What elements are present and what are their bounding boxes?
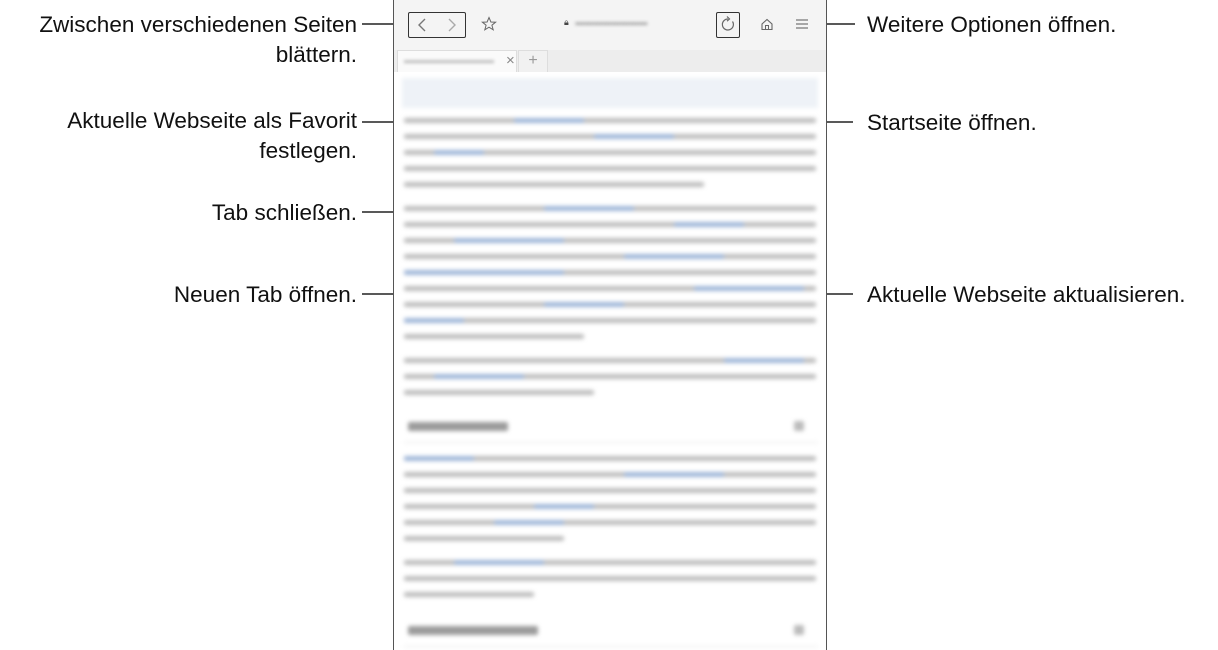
tab-close-button[interactable]: × <box>506 52 515 70</box>
blurred-link-line <box>494 520 564 525</box>
blurred-text-line <box>404 390 594 395</box>
blurred-text-line <box>404 254 816 259</box>
blurred-link-line <box>594 134 674 139</box>
blurred-link-line <box>724 358 804 363</box>
edit-icon <box>794 625 804 635</box>
edit-icon <box>794 421 804 431</box>
new-tab-button[interactable]: + <box>518 50 548 72</box>
section-divider <box>404 442 818 443</box>
blurred-text-line <box>404 182 704 187</box>
reload-button[interactable] <box>716 12 740 38</box>
home-icon <box>761 18 773 31</box>
browser-toolbar: 🔒︎ ▬▬▬▬▬▬▬▬ <box>394 0 826 50</box>
blurred-link-line <box>404 318 464 323</box>
forward-button[interactable] <box>440 15 462 35</box>
blurred-link-line <box>624 254 724 259</box>
blurred-link-line <box>434 150 484 155</box>
blurred-link-line <box>694 286 804 291</box>
section-divider <box>404 646 818 647</box>
tab-title: ▬▬▬▬▬▬▬▬▬▬ <box>404 55 494 65</box>
hamburger-menu-icon <box>796 19 808 29</box>
reload-icon <box>721 16 734 31</box>
blurred-link-line <box>544 206 634 211</box>
address-text: ▬▬▬▬▬▬▬▬ <box>575 17 648 27</box>
blurred-text-line <box>404 118 816 123</box>
blurred-link-line <box>624 472 724 477</box>
callout-navigate-line1: Zwischen verschiedenen Seiten <box>39 12 357 37</box>
blurred-text-line <box>404 592 534 597</box>
callout-favorite-line1: Aktuelle Webseite als Favorit <box>67 108 357 133</box>
blurred-text-line <box>404 536 564 541</box>
blurred-link-line <box>404 456 474 461</box>
lock-icon: 🔒︎ <box>564 17 569 27</box>
callout-reload: Aktuelle Webseite aktualisieren. <box>867 282 1186 307</box>
star-outline-icon <box>481 16 497 31</box>
blurred-text-line <box>404 318 816 323</box>
blurred-link-line <box>544 302 624 307</box>
tab-current[interactable]: ▬▬▬▬▬▬▬▬▬▬ × <box>397 50 517 72</box>
chevron-right-icon <box>448 18 456 32</box>
callout-home: Startseite öffnen. <box>867 110 1037 135</box>
callout-navigate: Zwischen verschiedenen Seiten blättern. <box>39 10 357 70</box>
callout-navigate-line2: blättern. <box>275 42 357 67</box>
callout-favorite-line2: festlegen. <box>259 138 357 163</box>
blurred-link-line <box>404 270 564 275</box>
blurred-text-line <box>404 334 584 339</box>
blurred-text-line <box>404 166 816 171</box>
chevron-left-icon <box>418 18 426 32</box>
menu-button[interactable] <box>790 12 814 36</box>
callout-favorite: Aktuelle Webseite als Favorit festlegen. <box>67 106 357 166</box>
tab-bar: ▬▬▬▬▬▬▬▬▬▬ × + <box>394 50 826 72</box>
blurred-link-line <box>534 504 594 509</box>
blurred-section-heading <box>408 422 508 431</box>
back-button[interactable] <box>412 15 434 35</box>
address-bar[interactable]: 🔒︎ ▬▬▬▬▬▬▬▬ <box>564 17 674 31</box>
blurred-link-line <box>514 118 584 123</box>
blurred-text-line <box>404 576 816 581</box>
blurred-text-line <box>404 488 816 493</box>
blurred-link-line <box>674 222 744 227</box>
blurred-link-line <box>454 238 564 243</box>
callout-new-tab: Neuen Tab öffnen. <box>173 282 357 307</box>
navigation-buttons <box>408 12 466 38</box>
blurred-text-line <box>404 504 816 509</box>
callout-close-tab: Tab schließen. <box>211 200 357 225</box>
bookmark-button[interactable] <box>477 12 501 36</box>
blurred-text-line <box>404 520 816 525</box>
blurred-link-line <box>454 560 544 565</box>
blurred-text-line <box>404 222 816 227</box>
blurred-text-line <box>404 472 816 477</box>
home-button[interactable] <box>755 12 779 36</box>
page-banner <box>402 78 818 108</box>
web-page-content <box>394 72 826 650</box>
blurred-link-line <box>434 374 524 379</box>
callout-more-options: Weitere Optionen öffnen. <box>867 12 1117 37</box>
blurred-page-text <box>394 72 826 650</box>
browser-window: 🔒︎ ▬▬▬▬▬▬▬▬ ▬▬▬▬▬▬▬▬▬▬ × + <box>393 0 827 650</box>
blurred-section-heading <box>408 626 538 635</box>
